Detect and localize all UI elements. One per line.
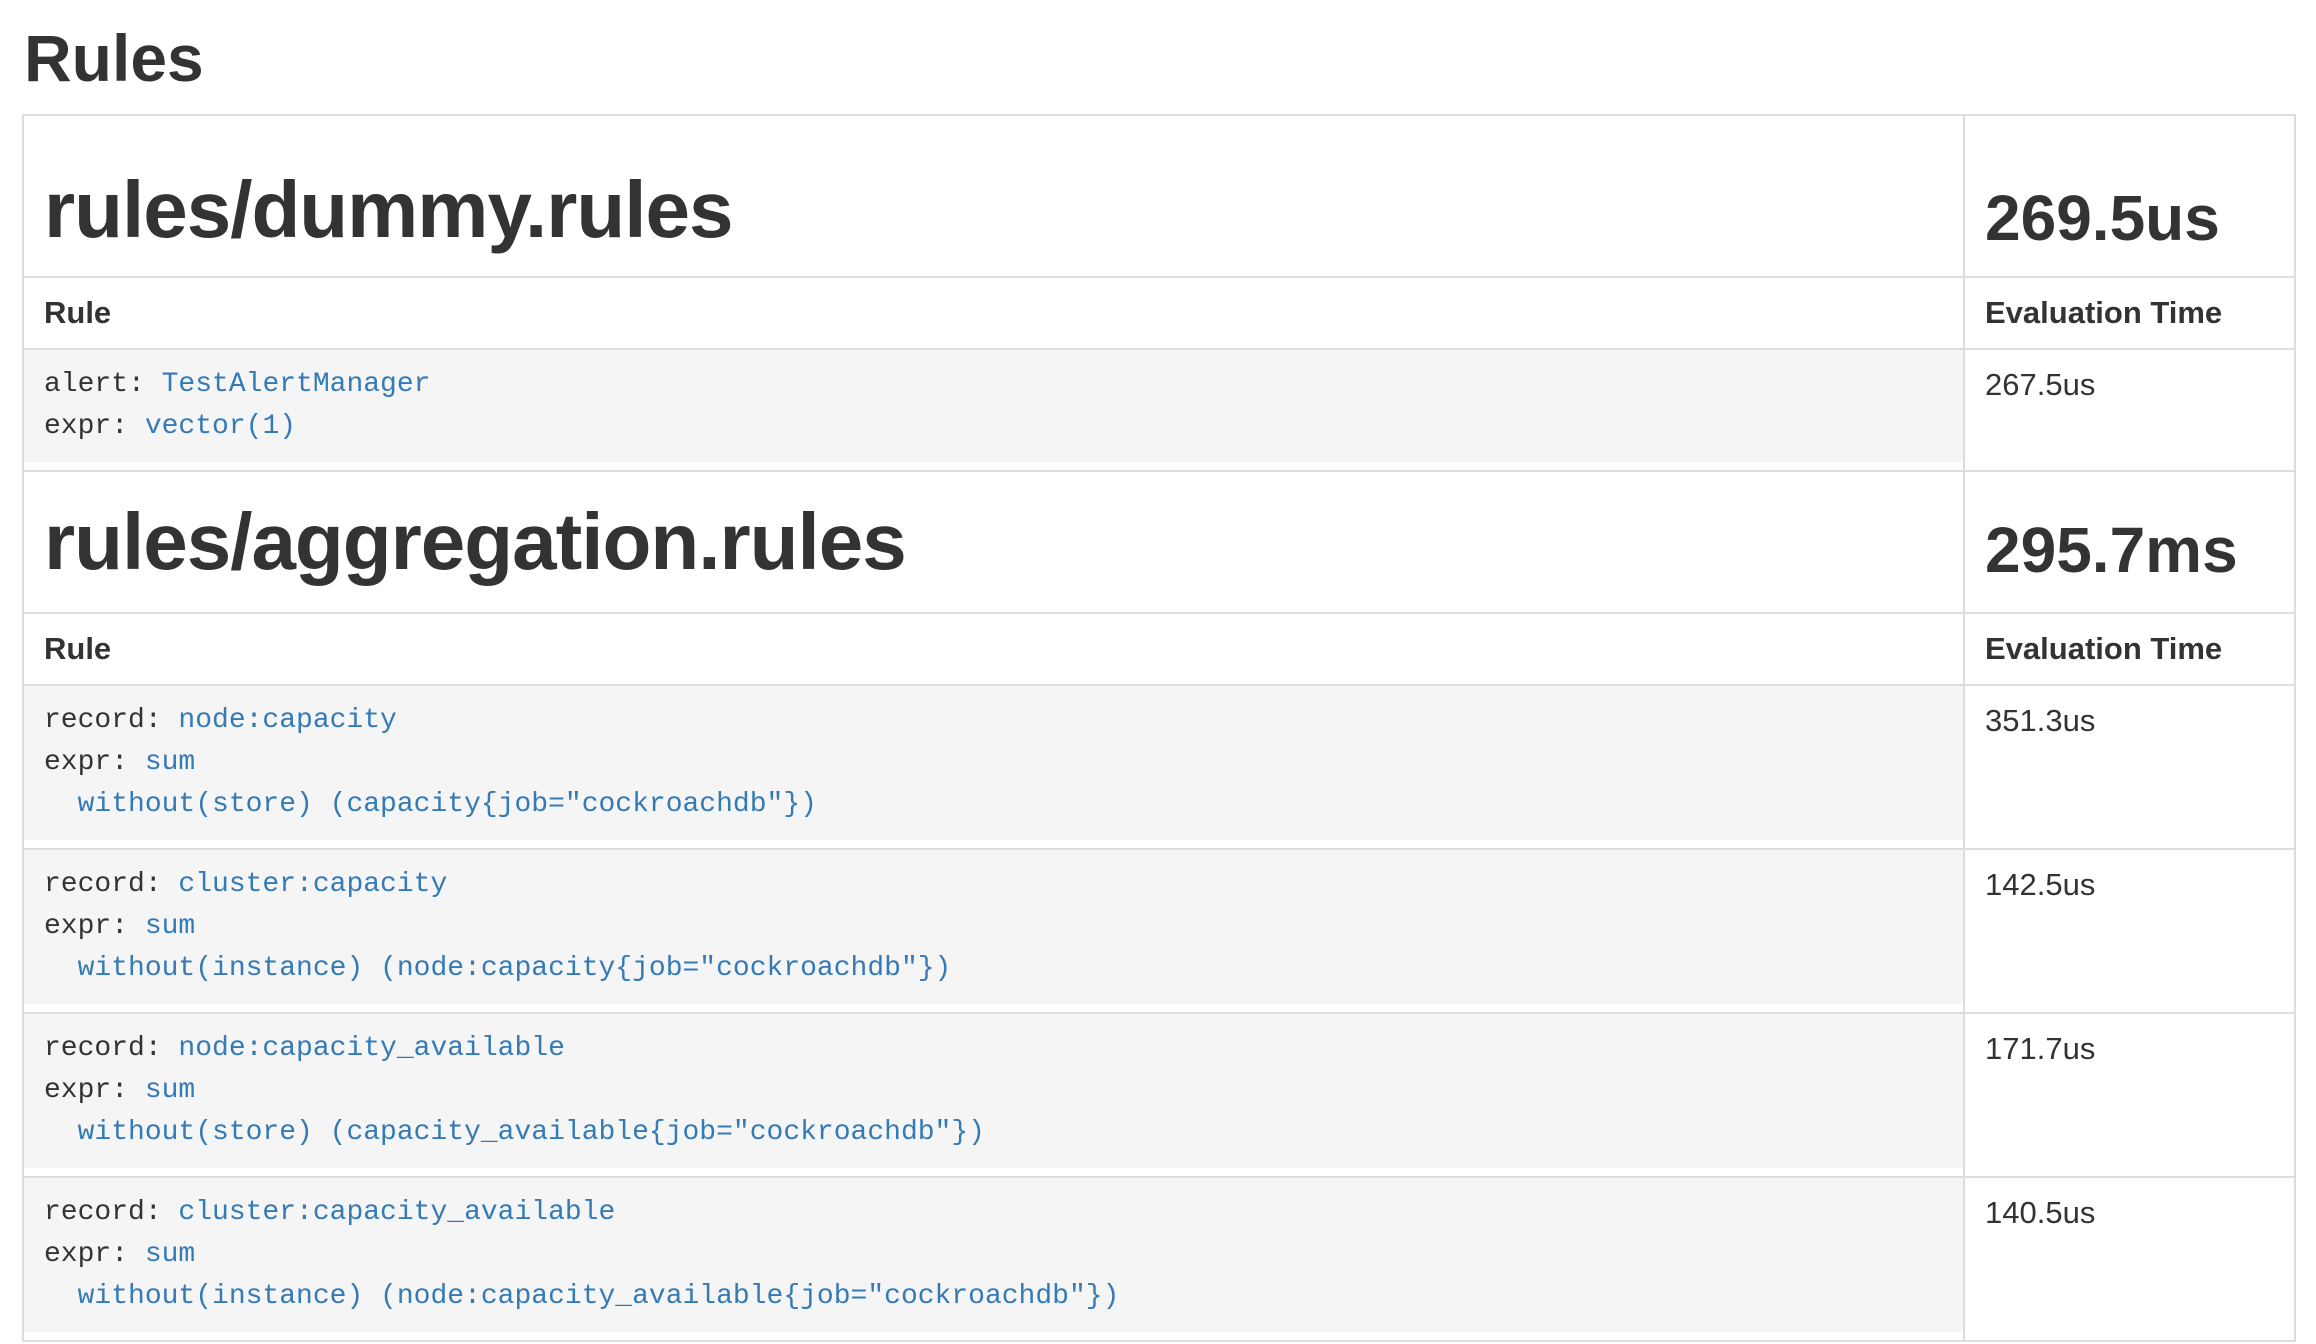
group-time-cell: 295.7ms [1964, 471, 2295, 613]
column-header-row: Rule Evaluation Time [23, 277, 2295, 349]
rule-evaluation-time: 267.5us [1964, 349, 2295, 471]
group-evaluation-time: 269.5us [1985, 182, 2220, 254]
rule-expression-link[interactable]: sum without(store) (capacity{job="cockro… [44, 747, 817, 820]
rule-code: record: node:capacity expr: sum without(… [24, 686, 1963, 840]
rule-row: record: node:capacity expr: sum without(… [23, 685, 2295, 849]
rule-expression-link[interactable]: cluster:capacity [178, 869, 447, 900]
rule-keyword: record: [44, 869, 178, 900]
rule-evaluation-time: 171.7us [1964, 1013, 2295, 1177]
rule-cell: record: cluster:capacity expr: sum witho… [23, 849, 1964, 1013]
column-header-rule: Rule [23, 277, 1964, 349]
rule-expression-link[interactable]: sum without(instance) (node:capacity_ava… [44, 1239, 1119, 1312]
rule-row: record: cluster:capacity expr: sum witho… [23, 849, 2295, 1013]
rule-expression-link[interactable]: node:capacity [178, 705, 396, 736]
column-header-rule: Rule [23, 613, 1964, 685]
rule-row: record: node:capacity_available expr: su… [23, 1013, 2295, 1177]
rule-code: record: cluster:capacity expr: sum witho… [24, 850, 1963, 1004]
rule-cell: record: node:capacity_available expr: su… [23, 1013, 1964, 1177]
rule-code: record: node:capacity_available expr: su… [24, 1014, 1963, 1168]
rule-cell: record: node:capacity expr: sum without(… [23, 685, 1964, 849]
column-header-evaluation-time: Evaluation Time [1964, 613, 2295, 685]
rule-expression-link[interactable]: sum without(store) (capacity_available{j… [44, 1075, 985, 1148]
rule-cell: alert: TestAlertManager expr: vector(1) [23, 349, 1964, 471]
rule-expression-link[interactable]: sum without(instance) (node:capacity{job… [44, 911, 951, 984]
page-title: Rules [22, 22, 2294, 94]
group-header-row: rules/aggregation.rules 295.7ms [23, 471, 2295, 613]
rule-keyword: expr: [44, 911, 145, 942]
rule-keyword: expr: [44, 747, 145, 778]
group-time-cell: 269.5us [1964, 115, 2295, 277]
group-name: rules/dummy.rules [44, 165, 732, 254]
group-evaluation-time: 295.7ms [1985, 514, 2238, 586]
rule-expression-link[interactable]: vector(1) [145, 411, 296, 442]
group-header-row: rules/dummy.rules 269.5us [23, 115, 2295, 277]
rule-keyword: record: [44, 1197, 178, 1228]
rules-table: rules/dummy.rules 269.5us Rule Evaluatio… [22, 114, 2296, 1342]
group-name: rules/aggregation.rules [44, 497, 906, 586]
rule-evaluation-time: 140.5us [1964, 1177, 2295, 1341]
rule-keyword: alert: [44, 369, 162, 400]
group-name-cell: rules/aggregation.rules [23, 471, 1964, 613]
rule-cell: record: cluster:capacity_available expr:… [23, 1177, 1964, 1341]
rule-evaluation-time: 351.3us [1964, 685, 2295, 849]
rule-code: record: cluster:capacity_available expr:… [24, 1178, 1963, 1332]
column-header-row: Rule Evaluation Time [23, 613, 2295, 685]
rules-table-body: rules/dummy.rules 269.5us Rule Evaluatio… [23, 115, 2295, 1341]
rule-keyword: expr: [44, 1239, 145, 1270]
column-header-evaluation-time: Evaluation Time [1964, 277, 2295, 349]
rule-expression-link[interactable]: cluster:capacity_available [178, 1197, 615, 1228]
rule-expression-link[interactable]: TestAlertManager [162, 369, 431, 400]
rule-keyword: expr: [44, 1075, 145, 1106]
group-name-cell: rules/dummy.rules [23, 115, 1964, 277]
rule-code: alert: TestAlertManager expr: vector(1) [24, 350, 1963, 462]
rule-keyword: record: [44, 705, 178, 736]
rule-row: alert: TestAlertManager expr: vector(1) … [23, 349, 2295, 471]
rule-row: record: cluster:capacity_available expr:… [23, 1177, 2295, 1341]
rule-keyword: expr: [44, 411, 145, 442]
rule-expression-link[interactable]: node:capacity_available [178, 1033, 564, 1064]
rule-keyword: record: [44, 1033, 178, 1064]
rule-evaluation-time: 142.5us [1964, 849, 2295, 1013]
